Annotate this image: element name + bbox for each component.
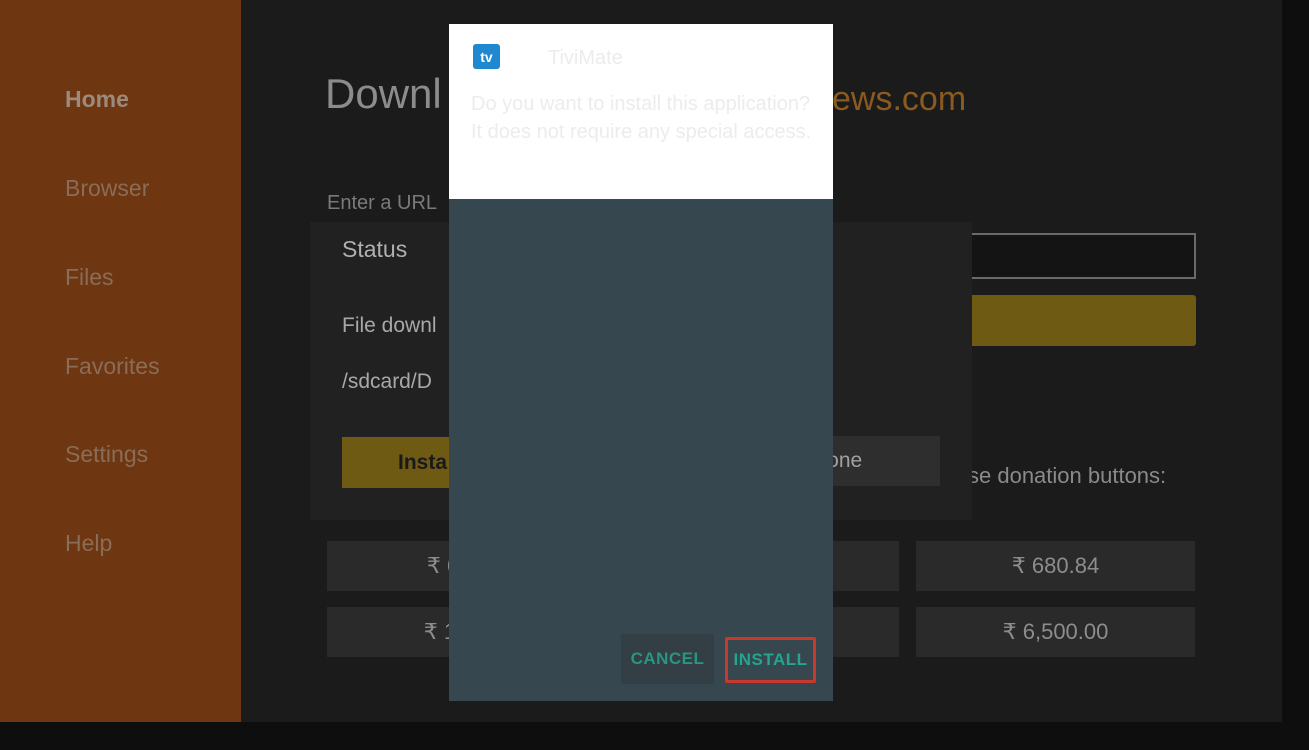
install-dialog: tv TiviMate Do you want to install this … (449, 24, 833, 701)
url-input[interactable] (965, 233, 1196, 279)
sidebar-item-browser[interactable]: Browser (65, 175, 149, 202)
url-label: Enter a URL (327, 192, 438, 214)
app-window: Home Browser Files Favorites Settings He… (0, 0, 1282, 722)
sidebar-item-favorites[interactable]: Favorites (65, 353, 160, 380)
sidebar-item-files[interactable]: Files (65, 264, 114, 291)
tivimate-app-icon: tv (473, 44, 500, 69)
status-message: File downl (342, 314, 437, 337)
status-file-path: /sdcard/D (342, 370, 432, 393)
page-title: Downl (325, 70, 442, 117)
install-message: Do you want to install this application?… (471, 93, 812, 143)
go-button[interactable] (965, 295, 1196, 346)
status-dialog-title: Status (342, 236, 408, 262)
sidebar-item-help[interactable]: Help (65, 530, 112, 557)
sidebar-item-home[interactable]: Home (65, 86, 129, 113)
donation-button-2[interactable]: ₹ 680.84 (916, 541, 1195, 591)
donation-button-4[interactable]: ₹ 6,500.00 (916, 607, 1195, 657)
cancel-button[interactable]: CANCEL (621, 634, 714, 684)
sidebar: Home Browser Files Favorites Settings He… (0, 0, 241, 722)
donation-button-label: ₹ 680.84 (1011, 553, 1100, 578)
donation-button-label: ₹ 6,500.00 (1002, 619, 1109, 644)
donation-text: se donation buttons: (968, 463, 1167, 488)
page-title-site: ews.com (832, 80, 967, 118)
install-dialog-header: tv TiviMate Do you want to install this … (449, 24, 833, 199)
app-name: TiviMate (548, 47, 623, 69)
sidebar-item-settings[interactable]: Settings (65, 441, 148, 468)
install-button[interactable]: INSTALL (725, 637, 816, 683)
